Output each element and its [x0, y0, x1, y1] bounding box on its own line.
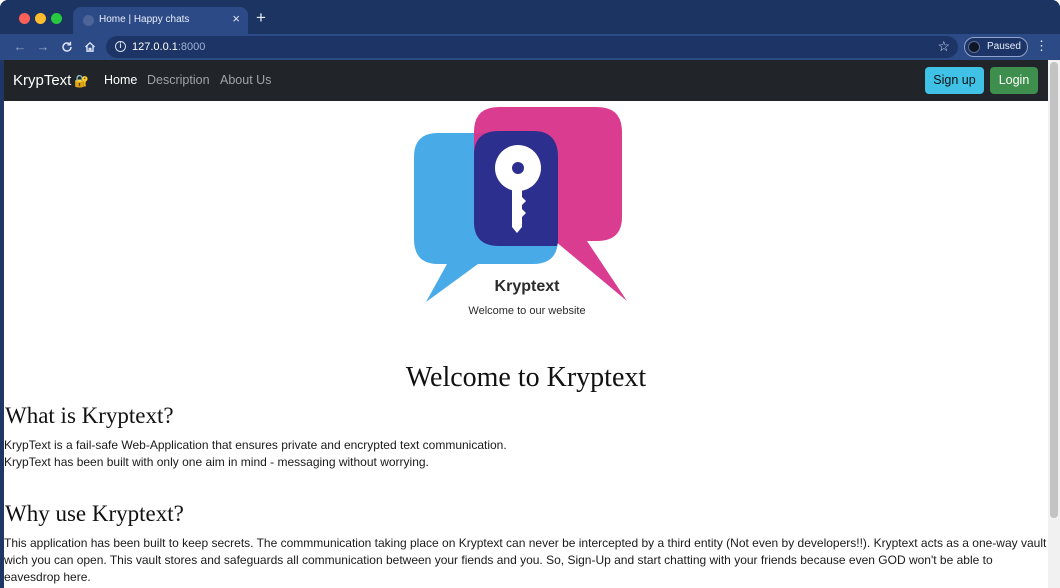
- what-paragraph-2: KrypText has been built with only one ai…: [4, 455, 429, 469]
- browser-toolbar: ← → i 127.0.0.1:8000 ☆ Paused ⋮: [0, 34, 1060, 60]
- what-paragraph-1: KrypText is a fail-safe Web-Application …: [4, 438, 507, 452]
- profile-button[interactable]: Paused: [964, 37, 1028, 57]
- new-tab-button[interactable]: +: [256, 9, 266, 26]
- logo-name: Kryptext: [494, 278, 560, 295]
- tab-title: Home | Happy chats: [99, 14, 190, 25]
- kryptext-logo-icon: [414, 107, 627, 302]
- why-use-heading: Why use Kryptext?: [5, 501, 184, 526]
- logo-tagline: Welcome to our website: [468, 305, 586, 317]
- reload-icon[interactable]: [59, 39, 75, 55]
- window-maximize-button[interactable]: [51, 13, 62, 24]
- nav-link-home[interactable]: Home: [104, 73, 137, 87]
- favicon-icon: [83, 15, 94, 26]
- page-viewport: KrypText 🔐 Home Description About Us Sign…: [4, 60, 1048, 588]
- login-button[interactable]: Login: [990, 67, 1038, 94]
- tab-strip: Home | Happy chats × +: [0, 0, 1060, 34]
- window-minimize-button[interactable]: [35, 13, 46, 24]
- avatar: [968, 41, 980, 53]
- lock-key-icon: 🔐: [74, 74, 90, 88]
- tab-close-icon[interactable]: ×: [232, 12, 240, 25]
- address-bar[interactable]: i 127.0.0.1:8000 ☆: [106, 36, 958, 58]
- signup-button[interactable]: Sign up: [925, 67, 984, 94]
- site-navbar: KrypText 🔐 Home Description About Us Sign…: [4, 60, 1048, 101]
- nav-link-description[interactable]: Description: [147, 73, 210, 87]
- vertical-scrollbar[interactable]: [1048, 60, 1060, 588]
- why-paragraph: This application has been built to keep …: [4, 536, 1047, 584]
- kebab-menu-icon[interactable]: ⋮: [1035, 38, 1048, 54]
- forward-arrow-icon[interactable]: →: [35, 39, 51, 55]
- welcome-heading: Welcome to Kryptext: [405, 362, 647, 393]
- window-close-button[interactable]: [19, 13, 30, 24]
- home-icon[interactable]: [82, 39, 98, 55]
- brand-link[interactable]: KrypText 🔐: [13, 72, 89, 89]
- back-arrow-icon[interactable]: ←: [12, 39, 28, 55]
- profile-status-label: Paused: [987, 41, 1021, 52]
- browser-tab[interactable]: Home | Happy chats ×: [73, 7, 248, 34]
- what-is-heading: What is Kryptext?: [5, 403, 174, 428]
- scrollbar-thumb[interactable]: [1050, 62, 1058, 518]
- url-text: 127.0.0.1:8000: [132, 41, 206, 53]
- bookmark-star-icon[interactable]: ☆: [937, 38, 950, 55]
- site-info-icon[interactable]: i: [115, 41, 126, 52]
- nav-link-about-us[interactable]: About Us: [220, 73, 271, 87]
